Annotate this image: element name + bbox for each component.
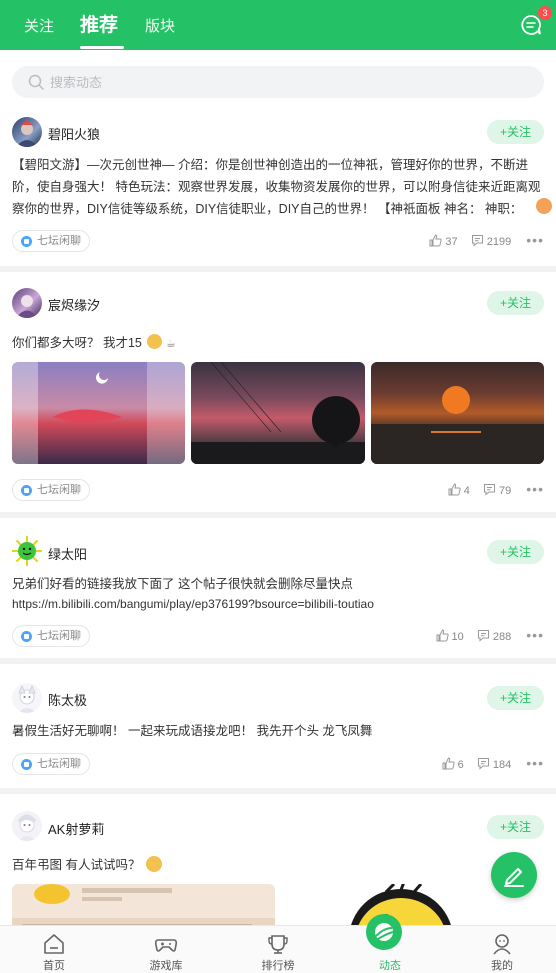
tab-sections[interactable]: 版块 [145,0,175,50]
username[interactable]: 陈太极 [48,690,87,709]
section-tag[interactable]: 七坛闲聊 [12,230,90,252]
emoji-icon [147,334,163,349]
thumbs-up-icon [448,483,461,496]
follow-button[interactable]: +关注 [487,120,544,144]
post-content[interactable]: 百年弔图 有人试试吗？ [12,855,544,877]
avatar[interactable] [12,811,42,841]
emoji-icon [145,856,162,872]
nav-label: 游戏库 [149,960,183,972]
comment-icon [477,758,489,770]
thumbs-up-icon [436,629,449,642]
post-link[interactable]: https://m.bilibili.com/bangumi/play/ep37… [12,594,544,616]
tab-recommend[interactable]: 推荐 [80,0,118,50]
like-button[interactable]: 6 [442,754,464,776]
active-tab-indicator [80,46,124,49]
section-tag[interactable]: 七坛闲聊 [12,753,90,775]
comment-button[interactable]: 288 [477,626,511,648]
search-input[interactable] [50,66,520,98]
post-content[interactable]: 暑假生活好无聊啊！ 一起来玩成语接龙吧！ 我先开个头 龙飞凤舞 [12,721,544,743]
emoji-icon [536,198,552,214]
like-button[interactable]: 10 [436,626,464,648]
home-icon [44,934,64,954]
like-button[interactable]: 37 [429,231,458,253]
message-count-badge: 3 [538,6,552,20]
tag-icon [21,759,32,770]
comment-icon [483,484,495,496]
post-image[interactable] [12,362,185,464]
more-options-icon[interactable]: ••• [526,478,544,500]
section-tag[interactable]: 七坛闲聊 [12,479,90,501]
follow-button[interactable]: +关注 [487,815,544,839]
nav-game-library[interactable]: 游戏库 [126,926,206,973]
section-tag[interactable]: 七坛闲聊 [12,625,90,647]
nav-home[interactable]: 首页 [14,926,94,973]
avatar[interactable] [12,288,42,318]
like-button[interactable]: 4 [448,480,470,502]
thumbs-up-icon [429,234,443,247]
post-image[interactable] [191,362,365,464]
follow-button[interactable]: +关注 [487,540,544,564]
thumbs-up-icon [442,757,455,770]
bottom-navigation: 首页 游戏库 排行榜 动态 我的 [0,914,556,973]
search-bar[interactable] [12,66,544,98]
comment-button[interactable]: 79 [483,480,511,502]
post-stats: 10 288 ••• [426,624,544,646]
post-stats: 37 2199 ••• [419,229,544,251]
post-content[interactable]: 你们都多大呀？ 我才15 ☕ [12,333,544,355]
planet-icon [366,914,402,950]
nav-profile[interactable]: 我的 [462,926,542,973]
post-image[interactable] [12,884,275,925]
comment-button[interactable]: 2199 [471,231,511,253]
post-card[interactable]: 陈太极 +关注 暑假生活好无聊啊！ 一起来玩成语接龙吧！ 我先开个头 龙飞凤舞 … [0,664,556,788]
post-content[interactable]: 【碧阳文游】—次元创世神— 介绍：你是创世神创造出的一位神祇，管理好你的世界，不… [12,154,544,220]
trophy-icon [268,935,288,954]
username[interactable]: AK射萝莉 [48,819,104,838]
username[interactable]: 绿太阳 [48,544,87,563]
user-icon [493,934,511,955]
post-content[interactable]: 兄弟们好看的链接我放下面了 这个帖子很快就会删除尽量快点 [12,574,544,596]
comment-icon [477,630,489,642]
nav-label: 动态 [379,960,401,972]
post-card[interactable]: AK射萝莉 +关注 百年弔图 有人试试吗？ [0,794,556,925]
comment-button[interactable]: 184 [477,754,511,776]
username[interactable]: 宸烬缘汐 [48,295,100,314]
top-header: 关注 推荐 版块 3 [0,0,556,50]
tab-follow[interactable]: 关注 [24,0,54,50]
more-options-icon[interactable]: ••• [526,752,544,774]
follow-button[interactable]: +关注 [487,291,544,315]
tag-icon [21,236,32,247]
nav-label: 排行榜 [261,960,295,972]
avatar[interactable] [12,536,42,566]
compose-post-button[interactable] [491,852,537,898]
post-image[interactable] [371,362,544,464]
coffee-icon: ☕ [165,338,176,350]
post-stats: 4 79 ••• [438,478,544,500]
nav-feed[interactable]: 动态 [350,914,430,973]
avatar[interactable] [12,117,42,147]
avatar[interactable] [12,683,42,713]
username[interactable]: 碧阳火狼 [48,124,100,143]
post-image[interactable] [326,884,476,925]
nav-label: 首页 [43,960,65,972]
more-options-icon[interactable]: ••• [526,229,544,251]
tag-icon [21,631,32,642]
comment-icon [471,235,483,247]
post-card[interactable]: 碧阳火狼 +关注 【碧阳文游】—次元创世神— 介绍：你是创世神创造出的一位神祇，… [0,108,556,266]
nav-leaderboard[interactable]: 排行榜 [238,926,318,973]
more-options-icon[interactable]: ••• [526,624,544,646]
pencil-icon [504,868,524,887]
tag-icon [21,485,32,496]
search-icon [28,74,44,90]
post-card[interactable]: 绿太阳 +关注 兄弟们好看的链接我放下面了 这个帖子很快就会删除尽量快点 htt… [0,518,556,658]
gamepad-icon [154,939,178,952]
nav-label: 我的 [491,960,513,972]
post-stats: 6 184 ••• [432,752,544,774]
follow-button[interactable]: +关注 [487,686,544,710]
post-card[interactable]: 宸烬缘汐 +关注 你们都多大呀？ 我才15 ☕ 七坛闲聊 4 79 ••• [0,272,556,512]
